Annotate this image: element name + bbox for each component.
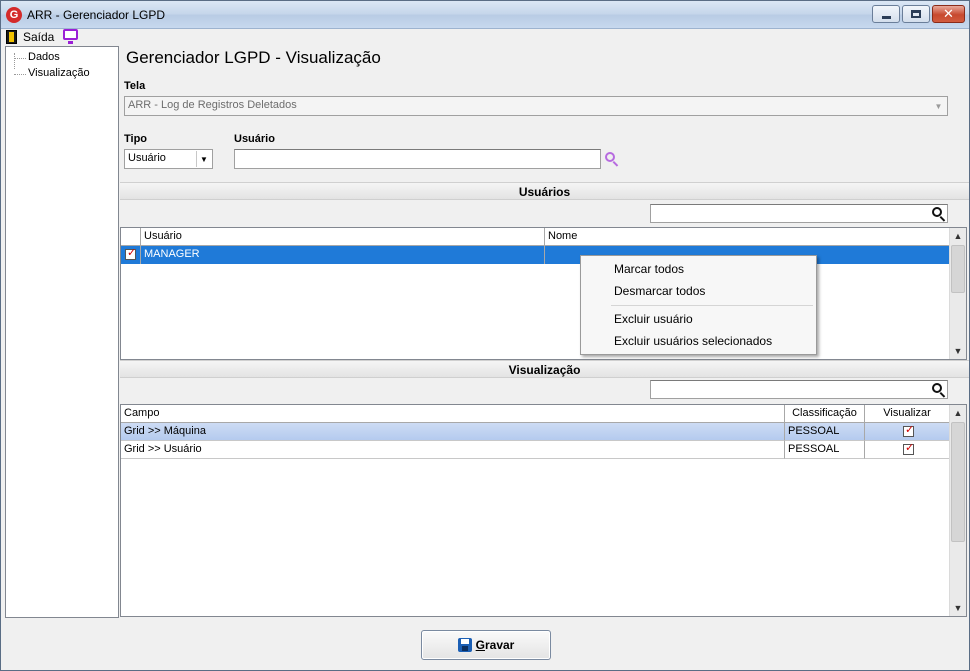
usuario-input[interactable] bbox=[234, 149, 601, 169]
scrollbar-thumb[interactable] bbox=[951, 422, 965, 542]
visualizacao-filter-input[interactable] bbox=[650, 380, 948, 399]
row-usuario-cell[interactable]: MANAGER bbox=[141, 246, 545, 264]
usuarios-section-header: Usuários bbox=[120, 182, 969, 200]
title-bar: G ARR - Gerenciador LGPD ✕ bbox=[1, 1, 969, 29]
window-title: ARR - Gerenciador LGPD bbox=[27, 8, 166, 22]
table-row[interactable]: Grid >> Usuário PESSOAL ✓ bbox=[121, 441, 950, 459]
scroll-up-icon[interactable]: ▲ bbox=[950, 228, 966, 244]
minimize-button[interactable] bbox=[872, 5, 900, 23]
tree-connector bbox=[14, 74, 26, 75]
scrollbar-thumb[interactable] bbox=[951, 245, 965, 293]
page-title: Gerenciador LGPD - Visualização bbox=[126, 48, 381, 67]
scroll-down-icon[interactable]: ▼ bbox=[950, 600, 966, 616]
scroll-down-icon[interactable]: ▼ bbox=[950, 343, 966, 359]
scroll-up-icon[interactable]: ▲ bbox=[950, 405, 966, 421]
header-check-column bbox=[121, 228, 141, 246]
exit-button-label[interactable]: Saída bbox=[23, 30, 54, 44]
tree-connector bbox=[14, 58, 26, 59]
maximize-icon bbox=[911, 10, 921, 18]
usuarios-grid: Usuário Nome ✓ MANAGER ▲ ▼ bbox=[120, 227, 967, 360]
column-header-usuario[interactable]: Usuário bbox=[141, 228, 545, 246]
save-button-accelerator: G bbox=[475, 638, 485, 652]
close-icon: ✕ bbox=[943, 6, 954, 21]
row-check-cell[interactable]: ✓ bbox=[121, 246, 141, 264]
maximize-button[interactable] bbox=[902, 5, 930, 23]
search-icon-handle bbox=[612, 161, 619, 167]
row-campo-cell[interactable]: Grid >> Usuário bbox=[121, 441, 785, 459]
table-row[interactable]: ✓ MANAGER bbox=[121, 246, 950, 264]
tree-item-label[interactable]: Dados bbox=[28, 51, 60, 63]
toolbar: Saída bbox=[1, 29, 969, 45]
tela-label: Tela bbox=[124, 80, 146, 92]
row-visualizar-cell[interactable]: ✓ bbox=[865, 423, 950, 441]
checkmark-icon: ✓ bbox=[905, 442, 915, 454]
exit-door-icon[interactable] bbox=[6, 30, 17, 44]
tipo-select[interactable]: Usuário ▼ bbox=[124, 149, 213, 169]
checkmark-icon: ✓ bbox=[127, 247, 137, 259]
navigation-tree: Dados Visualização bbox=[5, 46, 119, 618]
column-header-campo[interactable]: Campo bbox=[121, 405, 785, 423]
menu-item-excluir-usuario[interactable]: Excluir usuário bbox=[614, 312, 693, 326]
monitor-icon[interactable] bbox=[63, 29, 78, 44]
save-button[interactable]: Gravar bbox=[421, 630, 551, 660]
window-controls: ✕ bbox=[872, 5, 965, 23]
floppy-disk-icon bbox=[457, 638, 472, 652]
visualizar-checkbox[interactable]: ✓ bbox=[903, 442, 915, 455]
save-button-label-rest: ravar bbox=[484, 638, 515, 652]
usuario-label: Usuário bbox=[234, 133, 275, 145]
row-classificacao-cell[interactable]: PESSOAL bbox=[785, 441, 865, 459]
app-window: G ARR - Gerenciador LGPD ✕ Saída Dados V… bbox=[0, 0, 970, 671]
usuarios-vertical-scrollbar[interactable]: ▲ ▼ bbox=[949, 228, 966, 359]
row-campo-cell[interactable]: Grid >> Máquina bbox=[121, 423, 785, 441]
visualizacao-grid: Campo Classificação Visualizar Grid >> M… bbox=[120, 404, 967, 617]
tipo-label: Tipo bbox=[124, 133, 148, 145]
chevron-down-icon[interactable]: ▼ bbox=[196, 151, 211, 167]
visualizacao-vertical-scrollbar[interactable]: ▲ ▼ bbox=[949, 405, 966, 616]
row-visualizar-cell[interactable]: ✓ bbox=[865, 441, 950, 459]
row-classificacao-cell[interactable]: PESSOAL bbox=[785, 423, 865, 441]
visualizacao-section-header: Visualização bbox=[120, 360, 969, 378]
app-logo-icon: G bbox=[6, 7, 22, 23]
minimize-icon bbox=[881, 15, 891, 19]
tela-select[interactable]: ARR - Log de Registros Deletados ▼ bbox=[124, 96, 948, 116]
tree-connector bbox=[14, 53, 15, 69]
menu-separator bbox=[611, 305, 813, 306]
save-button-label: Gravar bbox=[476, 638, 515, 652]
column-header-classificacao[interactable]: Classificação bbox=[785, 405, 865, 423]
menu-item-excluir-selecionados[interactable]: Excluir usuários selecionados bbox=[614, 334, 772, 348]
usuarios-filter-input[interactable] bbox=[650, 204, 948, 223]
checkmark-icon: ✓ bbox=[905, 424, 915, 436]
usuarios-grid-header: Usuário Nome bbox=[121, 228, 950, 246]
chevron-down-icon[interactable]: ▼ bbox=[931, 98, 946, 114]
context-menu: Marcar todos Desmarcar todos Excluir usu… bbox=[580, 255, 817, 355]
tree-item-label[interactable]: Visualização bbox=[28, 67, 90, 79]
menu-item-marcar-todos[interactable]: Marcar todos bbox=[614, 262, 684, 276]
column-header-visualizar[interactable]: Visualizar bbox=[865, 405, 950, 423]
tipo-select-value: Usuário bbox=[128, 152, 166, 164]
visualizacao-grid-header: Campo Classificação Visualizar bbox=[121, 405, 950, 423]
menu-item-desmarcar-todos[interactable]: Desmarcar todos bbox=[614, 284, 705, 298]
row-checkbox[interactable]: ✓ bbox=[125, 247, 137, 260]
visualizar-checkbox[interactable]: ✓ bbox=[903, 424, 915, 437]
table-row[interactable]: Grid >> Máquina PESSOAL ✓ bbox=[121, 423, 950, 441]
column-header-nome[interactable]: Nome bbox=[545, 228, 950, 246]
close-button[interactable]: ✕ bbox=[932, 5, 965, 23]
tela-select-value: ARR - Log de Registros Deletados bbox=[128, 99, 297, 111]
